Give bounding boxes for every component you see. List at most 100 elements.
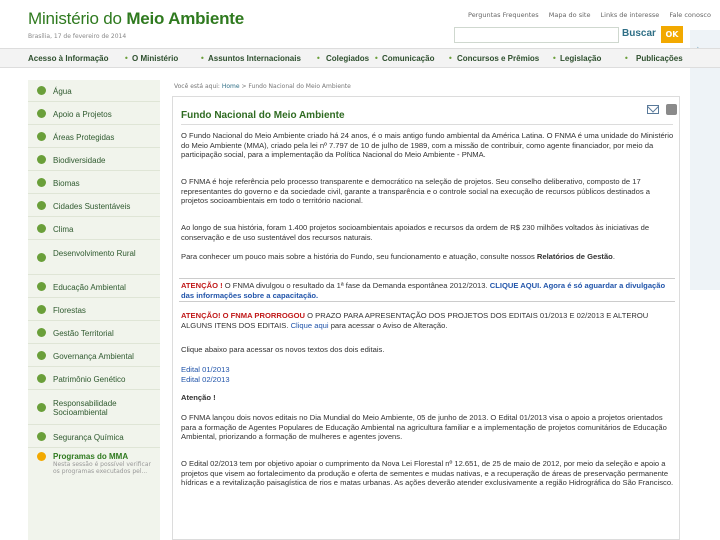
search-label[interactable]: Buscar bbox=[622, 28, 656, 39]
top-link-contact[interactable]: Fale conosco bbox=[669, 11, 711, 19]
sidebar-item-label: Gestão Territorial bbox=[53, 329, 114, 338]
sidebar-item-label: Cidades Sustentáveis bbox=[53, 202, 131, 211]
nav-separator: • bbox=[448, 54, 453, 63]
search-ok-button[interactable]: OK bbox=[661, 26, 683, 43]
paragraph-intro: O Fundo Nacional do Meio Ambiente criado… bbox=[181, 131, 674, 159]
breadcrumb-home-link[interactable]: Home bbox=[222, 83, 240, 90]
sidebar-item-apoio[interactable]: Apoio a Projetos bbox=[28, 102, 160, 125]
sidebar-item-gestao[interactable]: Gestão Territorial bbox=[28, 321, 160, 344]
bullet-icon bbox=[37, 305, 46, 314]
sidebar-item-label: Biodiversidade bbox=[53, 156, 106, 165]
sidebar-item-label: Água bbox=[53, 87, 72, 96]
sidebar-item-seguranca[interactable]: Segurança Química bbox=[28, 425, 160, 448]
breadcrumb: Você está aqui: Home > Fundo Nacional do… bbox=[174, 83, 351, 90]
breadcrumb-current: Fundo Nacional do Meio Ambiente bbox=[248, 83, 351, 90]
sidebar-item-educacao[interactable]: Educação Ambiental bbox=[28, 275, 160, 298]
sidebar-item-label: Clima bbox=[53, 225, 74, 234]
notice-2-alert: ATENÇÃO! O FNMA PRORROGOU bbox=[181, 311, 306, 320]
sidebar: Água Apoio a Projetos Áreas Protegidas B… bbox=[28, 80, 160, 540]
bullet-icon bbox=[37, 178, 46, 187]
site-header: Ministério do Meio Ambiente Brasília, 17… bbox=[0, 0, 720, 48]
logo-text-prefix: Ministério do bbox=[28, 9, 122, 28]
sidebar-item-label: Apoio a Projetos bbox=[53, 110, 112, 119]
notice-2-tail: para acessar o Aviso de Alteração. bbox=[328, 320, 448, 330]
bullet-icon bbox=[37, 403, 46, 412]
sidebar-item-patrimonio[interactable]: Patrimônio Genético bbox=[28, 367, 160, 390]
notice-2-link[interactable]: Clique aqui bbox=[291, 321, 329, 330]
email-icon[interactable] bbox=[647, 105, 659, 114]
paragraph-edital-02: O Edital 02/2013 tem por objetivo apoiar… bbox=[181, 459, 674, 487]
bullet-icon bbox=[37, 224, 46, 233]
nav-item-international[interactable]: Assuntos Internacionais bbox=[208, 54, 301, 63]
notice-1-alert: ATENÇÃO ! bbox=[181, 281, 223, 290]
sidebar-item-label: Florestas bbox=[53, 306, 86, 315]
top-link-faq[interactable]: Perguntas Frequentes bbox=[468, 11, 539, 19]
edital-02-link[interactable]: Edital 02/2013 bbox=[181, 375, 677, 385]
nav-item-legislation[interactable]: Legislação bbox=[560, 54, 601, 63]
title-divider bbox=[181, 124, 673, 125]
right-decoration bbox=[690, 30, 720, 290]
paragraph-reference: O FNMA é hoje referência pelo processo t… bbox=[181, 177, 650, 205]
nav-item-publications[interactable]: Publicações bbox=[636, 54, 683, 63]
sidebar-item-cidades[interactable]: Cidades Sustentáveis bbox=[28, 194, 160, 217]
print-icon[interactable] bbox=[666, 104, 677, 115]
current-date: Brasília, 17 de fevereiro de 2014 bbox=[28, 33, 127, 40]
sidebar-item-desenvolvimento[interactable]: Desenvolvimento Rural bbox=[28, 240, 160, 275]
notice-1-text: O FNMA divulgou o resultado da 1ª fase d… bbox=[222, 281, 490, 290]
bullet-icon bbox=[37, 328, 46, 337]
bullet-icon bbox=[37, 452, 46, 461]
page-title: Fundo Nacional do Meio Ambiente bbox=[181, 110, 345, 121]
sidebar-item-agua[interactable]: Água bbox=[28, 80, 160, 102]
nav-item-communication[interactable]: Comunicação bbox=[382, 54, 434, 63]
bullet-icon bbox=[37, 351, 46, 360]
sidebar-item-label: Educação Ambiental bbox=[53, 283, 126, 292]
edital-01-link[interactable]: Edital 01/2013 bbox=[181, 365, 677, 375]
nav-separator: • bbox=[374, 54, 379, 63]
bullet-icon bbox=[37, 282, 46, 291]
bullet-icon bbox=[37, 86, 46, 95]
sidebar-item-responsabilidade[interactable]: Responsabilidade Socioambiental bbox=[28, 390, 160, 425]
nav-item-colegiados[interactable]: Colegiados bbox=[326, 54, 369, 63]
notice-1-link[interactable]: CLIQUE AQUI. bbox=[490, 281, 542, 290]
sidebar-item-label: Governança Ambiental bbox=[53, 352, 134, 361]
bullet-icon bbox=[37, 253, 46, 262]
paragraph-editais: Clique abaixo para acessar os novos text… bbox=[181, 345, 385, 354]
nav-item-ministry[interactable]: O Ministério bbox=[132, 54, 178, 63]
notice-2: ATENÇÃO! O FNMA PRORROGOU O PRAZO PARA A… bbox=[181, 311, 677, 330]
sidebar-item-label: Responsabilidade Socioambiental bbox=[53, 399, 117, 417]
paragraph-reports-text: Para conhecer um pouco mais sobre a hist… bbox=[181, 252, 537, 261]
bullet-icon bbox=[37, 201, 46, 210]
notice-1: ATENÇÃO ! O FNMA divulgou o resultado da… bbox=[181, 281, 677, 300]
paragraph-reports-end: . bbox=[612, 252, 615, 261]
sidebar-item-biodiversidade[interactable]: Biodiversidade bbox=[28, 148, 160, 171]
ministry-logo[interactable]: Ministério do Meio Ambiente bbox=[28, 9, 244, 29]
sidebar-item-biomas[interactable]: Biomas bbox=[28, 171, 160, 194]
sidebar-item-governanca[interactable]: Governança Ambiental bbox=[28, 344, 160, 367]
search-input[interactable] bbox=[454, 27, 619, 43]
bullet-icon bbox=[37, 432, 46, 441]
nav-item-access[interactable]: Acesso à Informação bbox=[28, 54, 108, 63]
nav-separator: • bbox=[552, 54, 557, 63]
attention-heading: Atenção ! bbox=[181, 393, 216, 402]
article-box: Fundo Nacional do Meio Ambiente O Fundo … bbox=[172, 96, 680, 540]
paragraph-reports: Para conhecer um pouco mais sobre a hist… bbox=[181, 252, 677, 262]
bullet-icon bbox=[37, 109, 46, 118]
top-link-sitemap[interactable]: Mapa do site bbox=[549, 11, 591, 19]
nav-item-contests[interactable]: Concursos e Prêmios bbox=[457, 54, 539, 63]
main-nav: Acesso à Informação • O Ministério • Ass… bbox=[0, 48, 720, 68]
breadcrumb-prefix: Você está aqui: bbox=[174, 83, 220, 90]
top-link-links[interactable]: Links de interesse bbox=[601, 11, 660, 19]
reports-link[interactable]: Relatórios de Gestão bbox=[537, 252, 613, 261]
bullet-icon bbox=[37, 155, 46, 164]
nav-separator: • bbox=[200, 54, 205, 63]
nav-separator: • bbox=[124, 54, 129, 63]
paragraph-new-editais: O FNMA lançou dois novos editais no Dia … bbox=[181, 413, 667, 441]
sidebar-item-florestas[interactable]: Florestas bbox=[28, 298, 160, 321]
bullet-icon bbox=[37, 132, 46, 141]
sidebar-item-label: Biomas bbox=[53, 179, 80, 188]
sidebar-item-description: Nesta sessão é possível verificar os pro… bbox=[53, 461, 151, 475]
logo-text-bold: Meio Ambiente bbox=[126, 9, 244, 28]
sidebar-item-areas[interactable]: Áreas Protegidas bbox=[28, 125, 160, 148]
sidebar-item-label: Patrimônio Genético bbox=[53, 375, 126, 384]
sidebar-item-clima[interactable]: Clima bbox=[28, 217, 160, 240]
